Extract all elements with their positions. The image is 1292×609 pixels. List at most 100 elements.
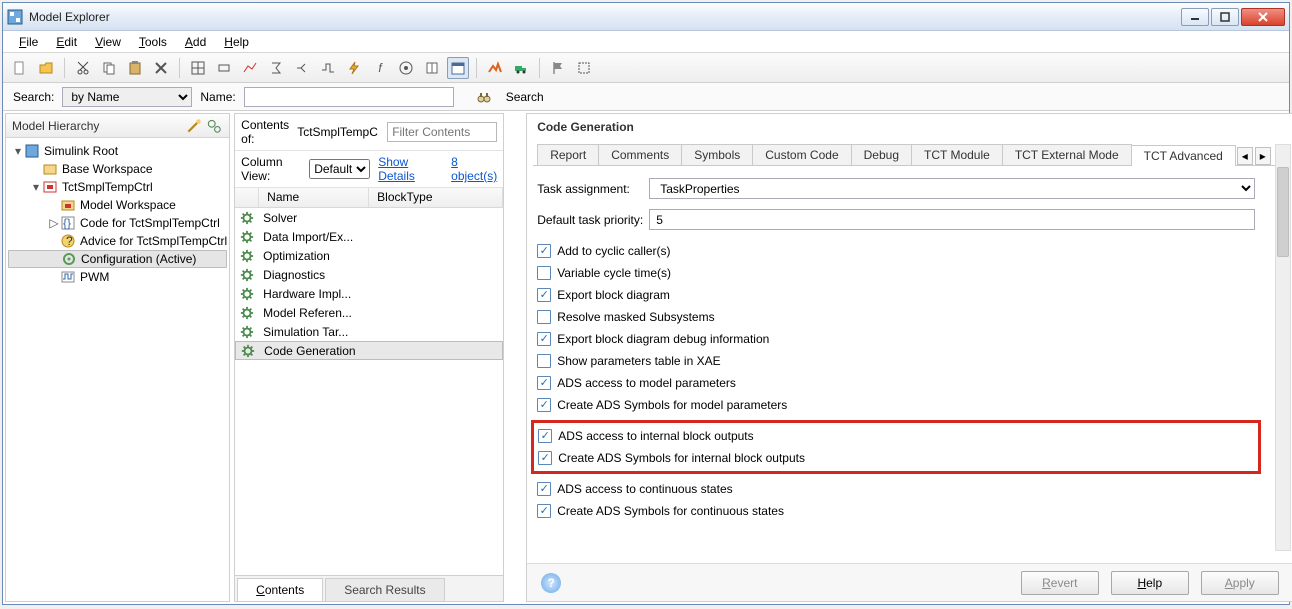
vertical-scrollbar[interactable] bbox=[1275, 144, 1291, 551]
menu-help[interactable]: Help bbox=[216, 33, 257, 51]
revert-button[interactable]: Revert bbox=[1021, 571, 1099, 595]
gears-icon[interactable] bbox=[205, 117, 223, 135]
checkbox[interactable] bbox=[537, 376, 551, 390]
tab-tct-advanced[interactable]: TCT Advanced bbox=[1131, 145, 1236, 166]
tab-contents[interactable]: Contents bbox=[237, 578, 323, 601]
fork-icon[interactable] bbox=[291, 57, 313, 79]
tab-tct-module[interactable]: TCT Module bbox=[911, 144, 1003, 165]
checkbox-row: ADS access to internal block outputs bbox=[538, 425, 1254, 447]
binoculars-icon[interactable] bbox=[476, 89, 492, 105]
checkbox[interactable] bbox=[538, 451, 552, 465]
tab-tct-external-mode[interactable]: TCT External Mode bbox=[1002, 144, 1132, 165]
list-item[interactable]: Model Referen... bbox=[235, 303, 503, 322]
list-item[interactable]: Data Import/Ex... bbox=[235, 227, 503, 246]
tab-report[interactable]: Report bbox=[537, 144, 599, 165]
tree-item[interactable]: Base Workspace bbox=[8, 160, 227, 178]
list-item[interactable]: Code Generation bbox=[235, 341, 503, 360]
delete-icon[interactable] bbox=[150, 57, 172, 79]
checkbox[interactable] bbox=[537, 354, 551, 368]
list-item[interactable]: Solver bbox=[235, 208, 503, 227]
tree-item[interactable]: PWM bbox=[8, 268, 227, 286]
help-button[interactable]: Help bbox=[1111, 571, 1189, 595]
checkbox-row: ADS access to model parameters bbox=[537, 372, 1255, 394]
col-name[interactable]: Name bbox=[259, 188, 369, 207]
flag-icon[interactable] bbox=[547, 57, 569, 79]
calendar-icon[interactable] bbox=[447, 57, 469, 79]
menu-view[interactable]: View bbox=[87, 33, 129, 51]
chart-icon[interactable] bbox=[239, 57, 261, 79]
checkbox-label: Create ADS Symbols for internal block ou… bbox=[558, 451, 805, 465]
column-view-select[interactable]: Default bbox=[309, 159, 370, 179]
menu-edit[interactable]: Edit bbox=[48, 33, 85, 51]
tab-custom-code[interactable]: Custom Code bbox=[752, 144, 851, 165]
svg-text:{}: {} bbox=[63, 216, 71, 230]
block-icon[interactable] bbox=[213, 57, 235, 79]
cut-icon[interactable] bbox=[72, 57, 94, 79]
checkbox[interactable] bbox=[537, 332, 551, 346]
search-name-input[interactable] bbox=[244, 87, 454, 107]
apply-button[interactable]: Apply bbox=[1201, 571, 1279, 595]
checkbox[interactable] bbox=[537, 482, 551, 496]
object-count-link[interactable]: 8 object(s) bbox=[451, 155, 497, 183]
close-button[interactable] bbox=[1241, 8, 1285, 26]
app-window: Model Explorer File Edit View Tools Add … bbox=[2, 2, 1290, 605]
minimize-button[interactable] bbox=[1181, 8, 1209, 26]
open-icon[interactable] bbox=[35, 57, 57, 79]
select-icon[interactable] bbox=[573, 57, 595, 79]
contents-list[interactable]: SolverData Import/Ex...OptimizationDiagn… bbox=[235, 208, 503, 575]
col-blocktype[interactable]: BlockType bbox=[369, 188, 503, 207]
search-bar: Search: by Name Name: Search bbox=[3, 83, 1289, 111]
signal-icon[interactable] bbox=[317, 57, 339, 79]
maximize-button[interactable] bbox=[1211, 8, 1239, 26]
list-item[interactable]: Optimization bbox=[235, 246, 503, 265]
tab-debug[interactable]: Debug bbox=[851, 144, 912, 165]
bolt-icon[interactable] bbox=[343, 57, 365, 79]
new-icon[interactable] bbox=[9, 57, 31, 79]
menu-tools[interactable]: Tools bbox=[131, 33, 175, 51]
target-icon[interactable] bbox=[395, 57, 417, 79]
checkbox[interactable] bbox=[538, 429, 552, 443]
book-icon[interactable] bbox=[421, 57, 443, 79]
checkbox[interactable] bbox=[537, 288, 551, 302]
tab-search-results[interactable]: Search Results bbox=[325, 578, 444, 601]
checkbox[interactable] bbox=[537, 310, 551, 324]
tree-item[interactable]: ▷{}Code for TctSmplTempCtrl bbox=[8, 214, 227, 232]
wand-icon[interactable] bbox=[185, 117, 203, 135]
fx-icon[interactable]: f bbox=[369, 57, 391, 79]
menu-add[interactable]: Add bbox=[177, 33, 214, 51]
tab-symbols[interactable]: Symbols bbox=[681, 144, 753, 165]
tree-item[interactable]: ▾TctSmplTempCtrl bbox=[8, 178, 227, 196]
tree-item[interactable]: Model Workspace bbox=[8, 196, 227, 214]
default-priority-input[interactable] bbox=[649, 209, 1255, 230]
checkbox[interactable] bbox=[537, 244, 551, 258]
checkbox[interactable] bbox=[537, 504, 551, 518]
list-item[interactable]: Hardware Impl... bbox=[235, 284, 503, 303]
truck-icon[interactable] bbox=[510, 57, 532, 79]
hierarchy-tree[interactable]: ▾Simulink RootBase Workspace▾TctSmplTemp… bbox=[6, 138, 229, 601]
tree-item[interactable]: Configuration (Active) bbox=[8, 250, 227, 268]
body: Model Hierarchy ▾Simulink RootBase Works… bbox=[3, 111, 1289, 604]
checkbox[interactable] bbox=[537, 398, 551, 412]
help-icon[interactable]: ? bbox=[541, 573, 561, 593]
task-assignment-select[interactable]: TaskProperties bbox=[649, 178, 1255, 199]
tab-scroll-left[interactable]: ◂ bbox=[1237, 147, 1253, 165]
grid-icon[interactable] bbox=[187, 57, 209, 79]
hierarchy-header: Model Hierarchy bbox=[6, 114, 229, 138]
tab-comments[interactable]: Comments bbox=[598, 144, 682, 165]
paste-icon[interactable] bbox=[124, 57, 146, 79]
tree-root[interactable]: ▾Simulink Root bbox=[8, 142, 227, 160]
show-details-link[interactable]: Show Details bbox=[378, 155, 435, 183]
search-button-label[interactable]: Search bbox=[500, 88, 550, 106]
sum-icon[interactable] bbox=[265, 57, 287, 79]
tab-scroll-right[interactable]: ▸ bbox=[1255, 147, 1271, 165]
tree-item[interactable]: ?Advice for TctSmplTempCtrl bbox=[8, 232, 227, 250]
list-item[interactable]: Simulation Tar... bbox=[235, 322, 503, 341]
matlab-icon[interactable] bbox=[484, 57, 506, 79]
copy-icon[interactable] bbox=[98, 57, 120, 79]
checkbox[interactable] bbox=[537, 266, 551, 280]
list-item[interactable]: Diagnostics bbox=[235, 265, 503, 284]
menu-file[interactable]: File bbox=[11, 33, 46, 51]
search-by-select[interactable]: by Name bbox=[62, 87, 192, 107]
contents-bottom-tabs: Contents Search Results bbox=[235, 575, 503, 601]
filter-contents-input[interactable] bbox=[387, 122, 497, 142]
